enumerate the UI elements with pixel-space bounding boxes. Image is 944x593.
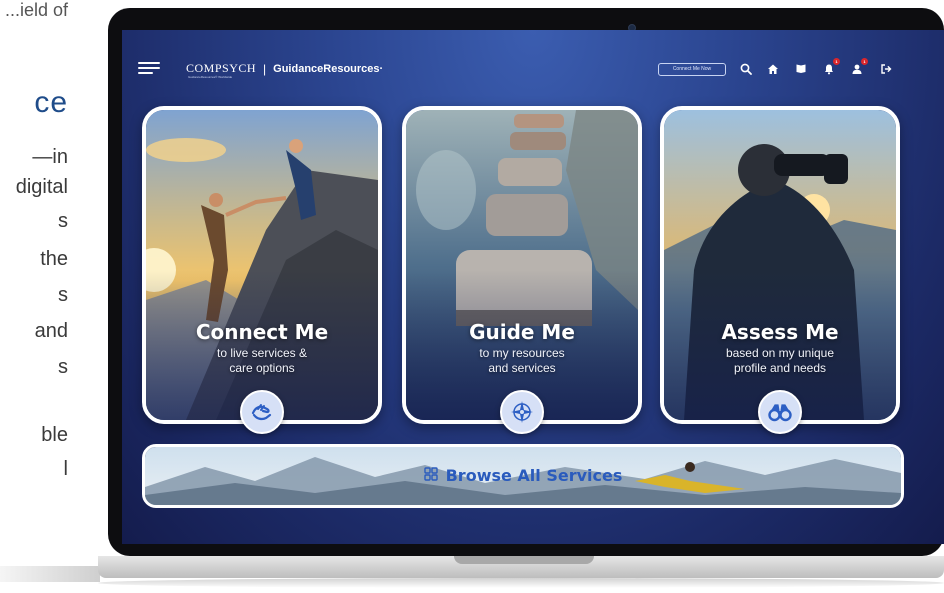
app-screen: ComPsych GuidanceResources® Worldwide | …	[122, 30, 944, 544]
card-subtitle: to my resources and services	[436, 346, 608, 376]
card-subtitle-line: profile and needs	[733, 361, 827, 375]
background-text-line: s	[58, 210, 68, 232]
helping-hand-icon[interactable]	[240, 390, 284, 434]
bell-icon[interactable]: 1	[821, 58, 840, 77]
guide-me-card[interactable]: Guide Me to my resources and services	[402, 106, 642, 424]
top-navigation-bar: ComPsych GuidanceResources® Worldwide | …	[122, 30, 944, 110]
browse-label-text: Browse All Services	[445, 466, 623, 485]
brand-logo[interactable]: ComPsych GuidanceResources® Worldwide | …	[186, 61, 384, 79]
connect-me-card[interactable]: Connect Me to live services & care optio…	[142, 106, 382, 424]
background-heading: ce	[34, 86, 68, 119]
browse-label: Browse All Services	[145, 466, 901, 485]
background-text-line: ble	[41, 424, 68, 446]
laptop-shadow	[98, 578, 944, 588]
profile-icon[interactable]: 1	[849, 58, 868, 77]
card-subtitle: based on my unique profile and needs	[694, 346, 866, 376]
background-text-line: —in	[32, 146, 68, 168]
card-subtitle-line: care options	[229, 361, 295, 375]
compass-icon[interactable]	[500, 390, 544, 434]
grid-icon	[423, 466, 438, 485]
card-title: Guide Me	[469, 320, 575, 344]
background-page-text: ...ield of ce —in digital s the s and s …	[0, 0, 100, 593]
background-text-line: digital	[15, 176, 68, 198]
card-subtitle: to live services & care options	[176, 346, 348, 376]
background-text-line: l	[63, 458, 68, 480]
home-icon[interactable]	[765, 61, 781, 77]
card-subtitle-line: to my resources	[479, 346, 565, 360]
card-title: Connect Me	[195, 320, 329, 344]
card-subtitle-line: to live services &	[216, 346, 308, 360]
search-icon[interactable]	[738, 61, 754, 77]
brand-name: ComPsych	[186, 61, 257, 75]
card-title: Assess Me	[721, 320, 839, 344]
profile-badge: 1	[861, 58, 868, 65]
brand-separator: |	[263, 61, 267, 76]
logout-icon[interactable]	[878, 61, 894, 77]
background-text-top: ...ield of	[4, 0, 68, 20]
laptop-notch	[454, 556, 594, 564]
background-text-line: the	[40, 248, 68, 270]
background-text-line: s	[58, 284, 68, 306]
background-text-line: s	[58, 356, 68, 378]
connect-me-now-button[interactable]: Connect Me Now	[658, 63, 726, 76]
card-subtitle-line: and services	[488, 361, 556, 375]
assess-me-card[interactable]: Assess Me based on my unique profile and…	[660, 106, 900, 424]
product-name: GuidanceResources·	[273, 62, 384, 75]
browse-all-services-button[interactable]: Browse All Services	[142, 444, 904, 508]
flag-icon[interactable]	[793, 61, 809, 77]
brand-tagline: GuidanceResources® Worldwide	[188, 75, 233, 79]
binoculars-icon[interactable]	[758, 390, 802, 434]
card-subtitle-line: based on my unique	[725, 346, 835, 360]
hamburger-menu-icon[interactable]	[138, 62, 160, 76]
notification-badge: 1	[833, 58, 840, 65]
background-text-line: and	[34, 320, 68, 342]
laptop-edge	[0, 566, 100, 582]
